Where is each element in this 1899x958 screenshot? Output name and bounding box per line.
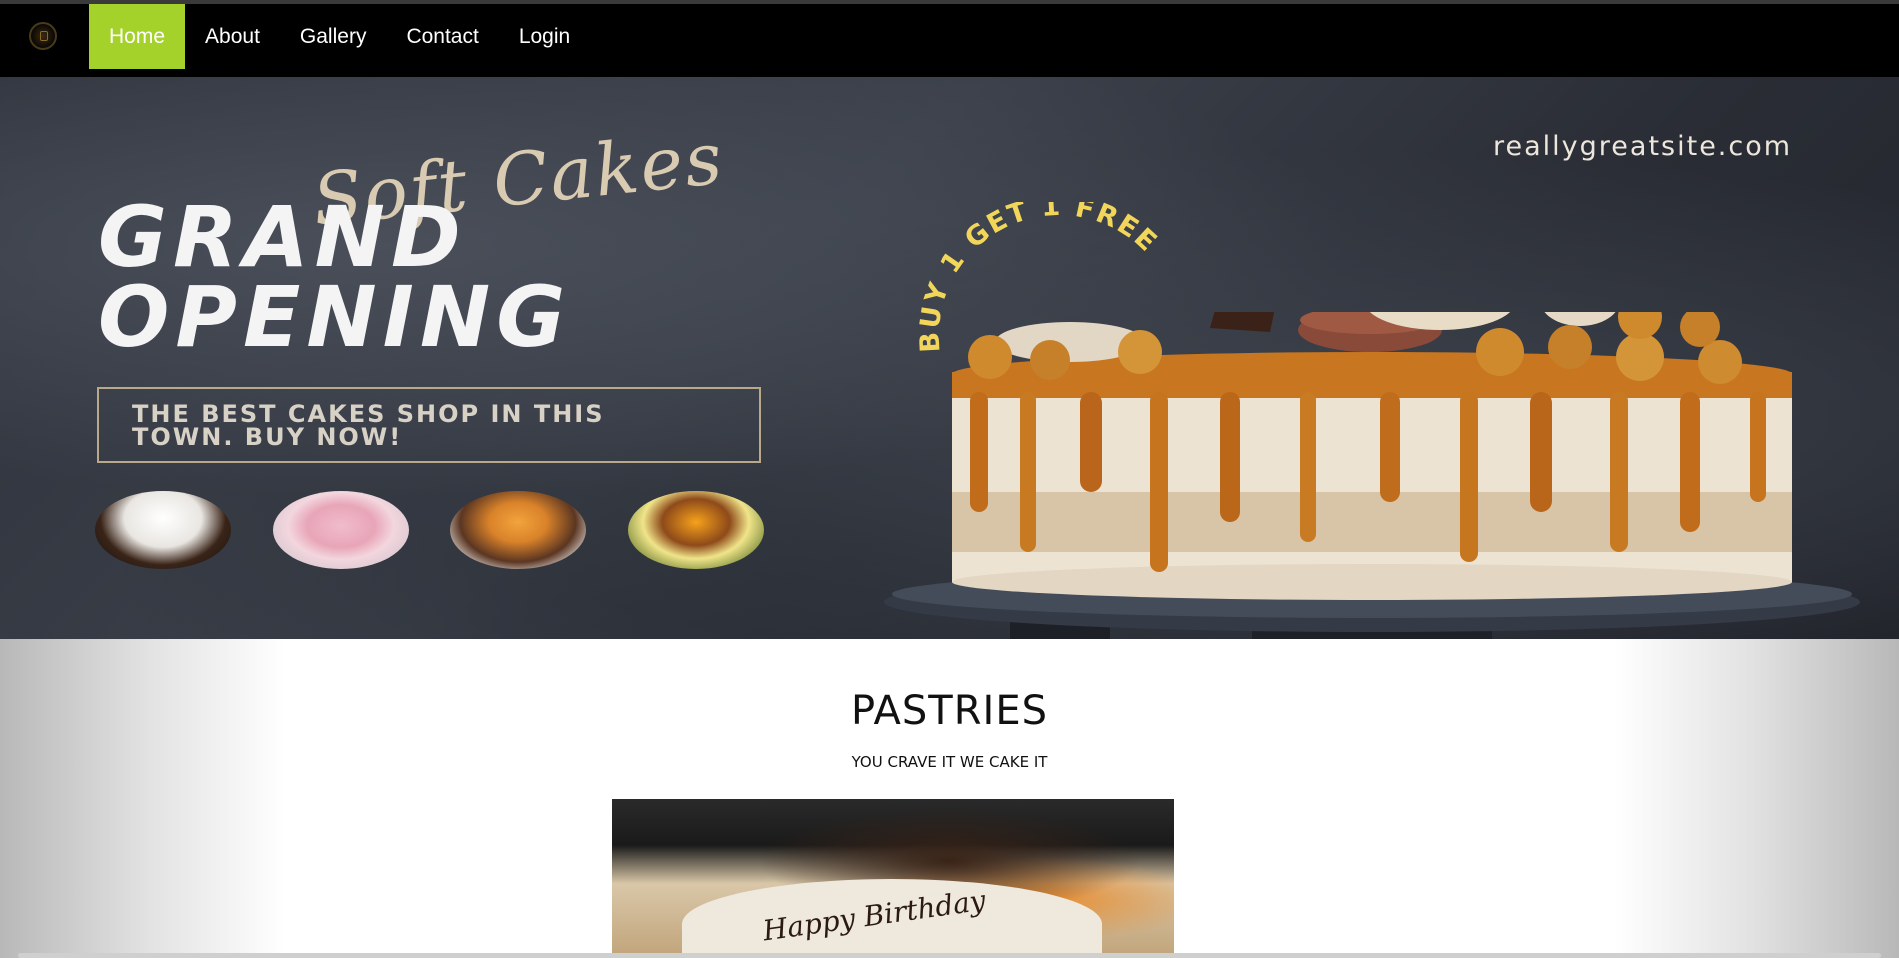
nav-links: Home About Gallery Contact Login: [89, 4, 590, 69]
nav-home-link[interactable]: Home: [89, 4, 186, 69]
nav-login-link[interactable]: Login: [499, 4, 590, 69]
thumbnail-cupcakes[interactable]: [450, 491, 586, 569]
pastry-image-birthday-cake[interactable]: Happy Birthday: [612, 799, 1174, 953]
hero-tagline: THE BEST CAKES SHOP IN THIS TOWN. BUY NO…: [132, 402, 732, 451]
nav-gallery-link[interactable]: Gallery: [280, 4, 387, 69]
cake-logo-icon[interactable]: [29, 22, 57, 50]
hero-headline-grand: GRAND: [98, 188, 467, 286]
thumbnail-white-chocolate-drip-cake[interactable]: [95, 491, 231, 569]
horizontal-scrollbar[interactable]: [18, 953, 1881, 958]
thumbnail-fruit-cake[interactable]: [628, 491, 764, 569]
pastries-title: PASTRIES: [850, 688, 1048, 734]
thumbnail-pink-birthday-cake[interactable]: [273, 491, 409, 569]
hero-banner: Soft Cakes GRAND OPENING THE BEST CAKES …: [0, 77, 1899, 639]
hero-tagline-line-2: TOWN. BUY NOW!: [132, 423, 403, 451]
top-navbar: Home About Gallery Contact Login: [0, 4, 1899, 77]
nav-contact-link[interactable]: Contact: [386, 4, 498, 69]
hero-website: reallygreatsite.com: [1493, 131, 1793, 162]
featured-caramel-cake-image: [884, 312, 1860, 639]
pastries-subtitle: YOU CRAVE IT WE CAKE IT: [851, 753, 1048, 771]
nav-about-link[interactable]: About: [185, 4, 280, 69]
hero-headline-opening: OPENING: [98, 268, 572, 366]
